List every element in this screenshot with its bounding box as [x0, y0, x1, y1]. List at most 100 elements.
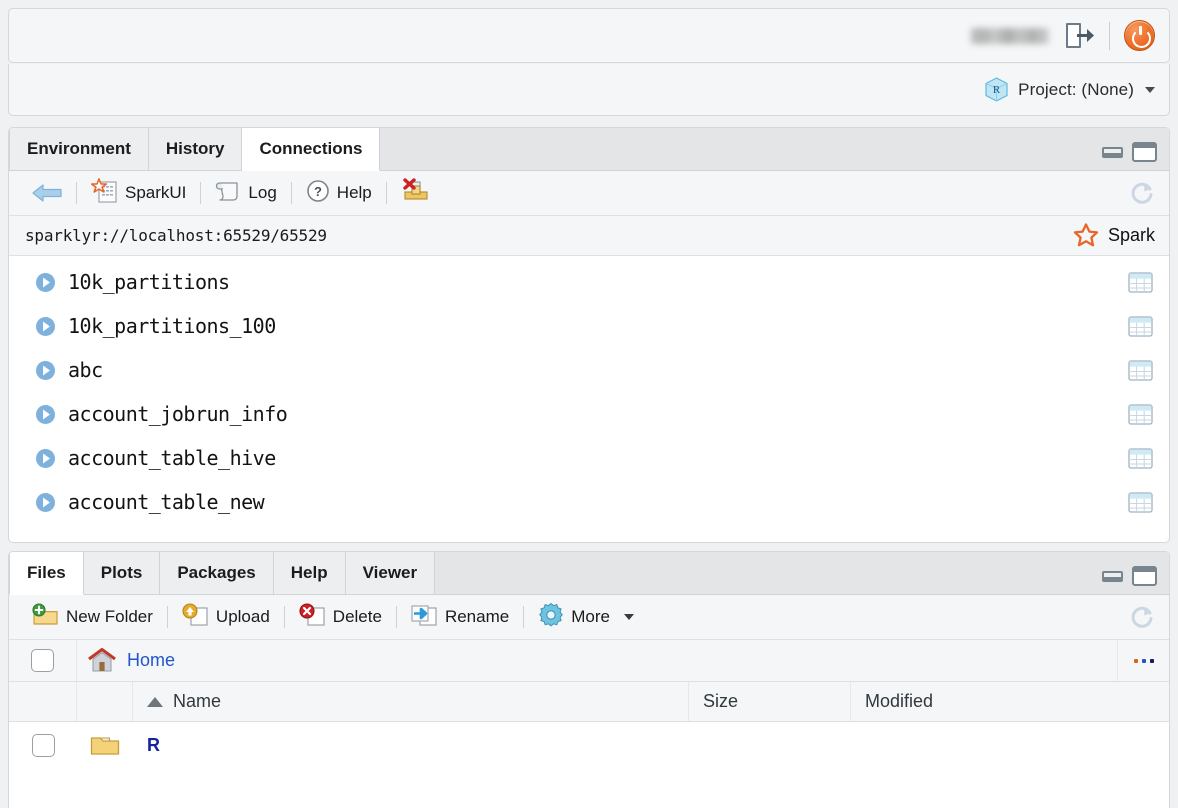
- project-label[interactable]: Project: (None): [1018, 80, 1134, 100]
- divider: [386, 182, 387, 204]
- upload-label: Upload: [216, 607, 270, 627]
- expand-arrow-icon[interactable]: [35, 448, 56, 469]
- view-table-icon[interactable]: [1128, 492, 1153, 513]
- svg-text:?: ?: [314, 184, 322, 199]
- table-name[interactable]: account_jobrun_info: [68, 402, 287, 426]
- connection-url: sparklyr://localhost:65529/65529: [25, 226, 327, 245]
- breadcrumb-home-link[interactable]: Home: [127, 650, 175, 671]
- view-table-icon[interactable]: [1128, 448, 1153, 469]
- log-scroll-icon: [215, 179, 241, 208]
- file-row-icon-cell: [77, 733, 133, 757]
- files-column-headers: Name Size Modified: [9, 682, 1169, 722]
- view-table-icon[interactable]: [1128, 272, 1153, 293]
- breadcrumb: Home: [9, 640, 1169, 682]
- home-icon: [87, 648, 117, 673]
- expand-arrow-icon[interactable]: [35, 316, 56, 337]
- file-row-checkbox[interactable]: [32, 734, 55, 757]
- maximize-icon[interactable]: [1132, 566, 1157, 586]
- table-name[interactable]: 10k_partitions: [68, 270, 230, 294]
- rename-label: Rename: [445, 607, 509, 627]
- refresh-icon[interactable]: [1129, 180, 1155, 206]
- table-name[interactable]: 10k_partitions_100: [68, 314, 276, 338]
- tab-viewer[interactable]: Viewer: [346, 552, 436, 594]
- minimize-icon[interactable]: [1102, 147, 1123, 158]
- table-row[interactable]: account_jobrun_info: [9, 392, 1169, 436]
- more-button[interactable]: More: [527, 600, 645, 634]
- signout-icon[interactable]: [1065, 22, 1095, 49]
- more-dots-icon[interactable]: [1117, 640, 1169, 681]
- tab-connections[interactable]: Connections: [242, 128, 380, 171]
- column-header-checkbox: [9, 682, 77, 721]
- table-name[interactable]: account_table_hive: [68, 446, 276, 470]
- username-label: [971, 28, 1049, 44]
- delete-button[interactable]: Delete: [288, 600, 393, 634]
- new-folder-button[interactable]: New Folder: [21, 600, 164, 634]
- file-row-checkbox-cell: [9, 734, 77, 757]
- dot: [1142, 659, 1146, 663]
- table-row[interactable]: abc: [9, 348, 1169, 392]
- log-button[interactable]: Log: [204, 176, 287, 210]
- tab-history[interactable]: History: [149, 128, 243, 170]
- help-circle-icon: ?: [306, 179, 330, 208]
- connections-tabstrip: Environment History Connections: [9, 128, 1169, 171]
- back-button[interactable]: [21, 176, 73, 210]
- tab-packages[interactable]: Packages: [160, 552, 273, 594]
- table-row[interactable]: account_table_new: [9, 480, 1169, 524]
- sparkui-button[interactable]: SparkUI: [80, 176, 197, 210]
- table-name[interactable]: abc: [68, 358, 103, 382]
- divider: [167, 606, 168, 628]
- tab-files[interactable]: Files: [9, 552, 84, 595]
- view-table-icon[interactable]: [1128, 316, 1153, 337]
- sparkui-label: SparkUI: [125, 183, 186, 203]
- tab-environment[interactable]: Environment: [9, 128, 149, 170]
- column-header-name[interactable]: Name: [133, 682, 689, 721]
- spark-ui-icon: [91, 178, 118, 209]
- folder-icon: [90, 733, 120, 757]
- divider: [200, 182, 201, 204]
- expand-arrow-icon[interactable]: [35, 404, 56, 425]
- tab-help[interactable]: Help: [274, 552, 346, 594]
- select-all-checkbox[interactable]: [31, 649, 54, 672]
- power-icon[interactable]: [1124, 20, 1155, 51]
- dot: [1134, 659, 1138, 663]
- column-header-size[interactable]: Size: [689, 682, 851, 721]
- refresh-icon[interactable]: [1129, 604, 1155, 630]
- divider: [1109, 22, 1110, 50]
- more-label: More: [571, 607, 610, 627]
- chevron-down-icon[interactable]: [624, 614, 634, 620]
- column-header-icon: [77, 682, 133, 721]
- divider: [523, 606, 524, 628]
- expand-arrow-icon[interactable]: [35, 360, 56, 381]
- connections-window-buttons: [1102, 142, 1169, 170]
- expand-arrow-icon[interactable]: [35, 492, 56, 513]
- spark-star-icon: [1073, 223, 1099, 248]
- new-folder-icon: [32, 603, 59, 632]
- minimize-icon[interactable]: [1102, 571, 1123, 582]
- delete-label: Delete: [333, 607, 382, 627]
- new-folder-label: New Folder: [66, 607, 153, 627]
- file-row[interactable]: R: [9, 722, 1169, 768]
- help-button[interactable]: ? Help: [295, 176, 383, 210]
- rename-button[interactable]: Rename: [400, 600, 520, 634]
- connection-brand: Spark: [1073, 223, 1155, 248]
- view-table-icon[interactable]: [1128, 360, 1153, 381]
- table-row[interactable]: 10k_partitions: [9, 260, 1169, 304]
- column-header-name-label: Name: [173, 691, 221, 712]
- upload-button[interactable]: Upload: [171, 600, 281, 634]
- spark-brand-label: Spark: [1108, 225, 1155, 246]
- table-row[interactable]: account_table_hive: [9, 436, 1169, 480]
- column-header-modified[interactable]: Modified: [851, 682, 1169, 721]
- table-row[interactable]: 10k_partitions_100: [9, 304, 1169, 348]
- maximize-icon[interactable]: [1132, 142, 1157, 162]
- sort-ascending-icon: [147, 697, 163, 707]
- chevron-down-icon[interactable]: [1145, 87, 1155, 93]
- disconnect-button[interactable]: [390, 176, 442, 210]
- view-table-icon[interactable]: [1128, 404, 1153, 425]
- table-name[interactable]: account_table_new: [68, 490, 264, 514]
- tab-plots[interactable]: Plots: [84, 552, 161, 594]
- account-bar: [8, 8, 1170, 63]
- expand-arrow-icon[interactable]: [35, 272, 56, 293]
- select-all-cell: [9, 640, 77, 681]
- delete-icon: [299, 603, 326, 632]
- file-row-name[interactable]: R: [133, 735, 160, 756]
